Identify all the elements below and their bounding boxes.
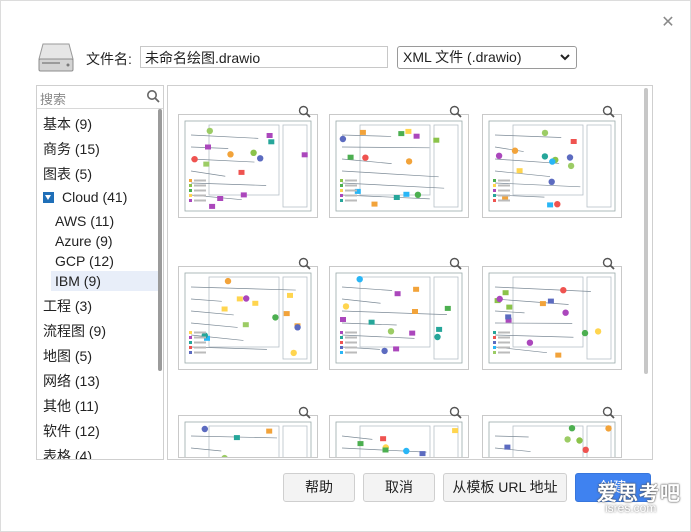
expand-triangle-icon[interactable] [43,192,54,203]
zoom-icon[interactable] [449,257,462,270]
cancel-button[interactable]: 取消 [363,473,435,502]
template-thumbnail[interactable] [329,415,469,458]
category-charts[interactable]: 图表 (5) [43,164,92,184]
template-thumbnail[interactable] [329,266,469,370]
search-input[interactable]: 搜索 [40,89,66,108]
format-selected: XML 文件 (.drawio) [403,49,522,65]
watermark-url: isres.com [605,501,657,515]
category-azure[interactable]: Azure (9) [55,233,113,249]
template-scrollbar[interactable] [644,88,648,374]
category-basic[interactable]: 基本 (9) [43,114,92,134]
category-ibm[interactable]: IBM (9) [51,271,159,291]
template-url-button[interactable]: 从模板 URL 地址 [443,473,567,502]
category-business[interactable]: 商务 (15) [43,139,100,159]
format-select[interactable]: XML 文件 (.drawio) [397,46,577,69]
template-thumbnail[interactable] [482,266,622,370]
category-flowchart[interactable]: 流程图 (9) [43,321,106,341]
category-other[interactable]: 其他 (11) [43,396,99,416]
zoom-icon[interactable] [449,105,462,118]
template-dialog: ✕ 文件名: 未命名绘图.drawio XML 文件 (.drawio) 搜索 … [0,0,691,532]
search-icon[interactable] [146,89,160,103]
template-thumbnail[interactable] [329,114,469,218]
template-thumbnail[interactable] [178,114,318,218]
category-aws[interactable]: AWS (11) [55,213,114,229]
drive-icon [38,43,74,72]
template-thumbnail[interactable] [178,415,318,458]
zoom-icon[interactable] [602,105,615,118]
category-software[interactable]: 软件 (12) [43,421,100,441]
category-gcp[interactable]: GCP (12) [55,253,114,269]
zoom-icon[interactable] [298,257,311,270]
category-cloud[interactable]: Cloud (41) [43,189,127,205]
zoom-icon[interactable] [298,105,311,118]
filename-input[interactable]: 未命名绘图.drawio [140,46,388,68]
category-network[interactable]: 网络 (13) [43,371,100,391]
category-cloud-label: Cloud (41) [62,189,128,205]
search-box[interactable]: 搜索 [37,86,163,109]
help-button[interactable]: 帮助 [283,473,355,502]
template-thumbnail[interactable] [178,266,318,370]
close-icon[interactable]: ✕ [660,15,676,31]
template-thumbnail[interactable] [482,415,622,458]
chevron-down-icon [560,54,570,61]
sidebar-scrollbar[interactable] [158,109,162,371]
zoom-icon[interactable] [449,406,462,419]
category-list: 搜索 基本 (9) 商务 (15) 图表 (5) Cloud (41) AWS … [36,85,164,460]
zoom-icon[interactable] [298,406,311,419]
filename-label: 文件名: [86,51,132,67]
zoom-icon[interactable] [602,257,615,270]
category-maps[interactable]: 地图 (5) [43,346,92,366]
category-tables[interactable]: 表格 (4) [43,446,92,459]
zoom-icon[interactable] [602,406,615,419]
template-thumbnail[interactable] [482,114,622,218]
category-engineering[interactable]: 工程 (3) [43,296,92,316]
